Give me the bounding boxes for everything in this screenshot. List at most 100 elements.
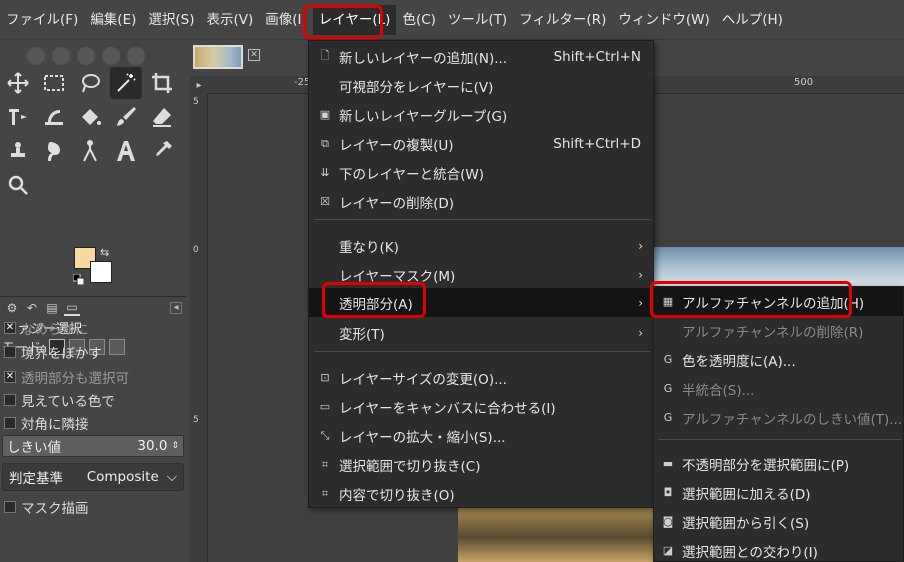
menu-colors[interactable]: 色(C) [396,5,441,35]
checker-icon: ▦ [662,295,674,308]
wilber-logo-icon [27,47,145,65]
menu-item-transform[interactable]: 変形(T) › [309,318,653,347]
menu-help[interactable]: ヘルプ(H) [716,5,789,35]
warp-tool-icon[interactable] [38,101,70,133]
ruler-corner-icon[interactable]: ▸ [190,76,208,94]
menu-item-crop-to-content[interactable]: ⌗ 内容で切り抜き(O) [309,479,653,508]
menu-item-layer-to-image-size[interactable]: ▭ レイヤーをキャンバスに合わせる(I) [309,392,653,421]
menu-item-layer-mask[interactable]: レイヤーマスク(M) › [309,260,653,289]
menu-item-transparency[interactable]: 透明部分(A) › [309,288,653,317]
menu-filters[interactable]: フィルター(R) [513,5,612,35]
dock-menu-icon[interactable]: ◂ [170,301,182,314]
bucket-fill-tool-icon[interactable] [74,101,106,133]
fuzzy-select-tool-icon[interactable] [110,67,142,99]
swap-colors-icon[interactable]: ⇆ [100,246,109,259]
layer-group-icon: ▣ [319,108,331,121]
rect-select-tool-icon[interactable] [38,67,70,99]
menu-item-new-from-visible[interactable]: 可視部分をレイヤーに(V) [309,71,653,100]
menu-image[interactable]: 画像(I) [259,5,313,35]
chevron-right-icon: › [638,238,643,253]
antialias-checkbox[interactable]: ✕ [4,322,16,334]
undo-history-tab-icon[interactable]: ↶ [24,300,40,316]
paintbrush-tool-icon[interactable] [110,101,142,133]
feather-option[interactable]: 境界をぼかす [4,342,102,362]
menu-item-shortcut: Shift+Ctrl+N [553,48,641,65]
sample-merged-label: 見えている色で [21,394,115,410]
menu-item-new-layer[interactable]: 🗋 新しいレイヤーの追加(N)... Shift+Ctrl+N [309,42,653,71]
crop-icon: ⌗ [321,486,329,500]
menu-item-merge-down[interactable]: ⇊ 下のレイヤーと統合(W) [309,158,653,187]
draw-mask-label: マスク描画 [21,501,89,517]
clone-tool-icon[interactable] [2,135,34,167]
chevron-right-icon: › [638,325,643,340]
menu-item-delete-layer[interactable]: ☒ レイヤーの削除(D) [309,187,653,216]
diagonal-neighbors-option[interactable]: 対角に隣接 [4,413,89,433]
sample-merged-checkbox[interactable] [4,394,16,406]
menu-item-new-layer-group[interactable]: ▣ 新しいレイヤーグループ(G) [309,100,653,129]
diagonal-neighbors-checkbox[interactable] [4,417,16,429]
smudge-tool-icon[interactable] [38,135,70,167]
menu-file[interactable]: ファイル(F) [0,5,84,35]
threshold-spinner[interactable]: しきい値 30.0 ⇕ [2,435,184,457]
menu-item-color-to-alpha[interactable]: G 色を透明度に(A)... [654,345,903,374]
menu-item-label: 新しいレイヤーグループ(G) [339,108,508,125]
menu-item-stack[interactable]: 重なり(K) › [309,231,653,260]
threshold-value[interactable]: 30.0 [137,438,167,454]
menu-item-subtract-from-selection[interactable]: ◙ 選択範囲から引く(S) [654,507,903,536]
menu-item-label: レイヤーサイズの変更(O)... [339,371,507,388]
vertical-ruler[interactable]: 5 0 5 [190,94,208,562]
eraser-tool-icon[interactable] [146,101,178,133]
new-layer-icon: 🗋 [320,49,330,62]
alpha-select-icon: ▬ [662,457,674,470]
chevron-right-icon: › [638,267,643,282]
device-status-tab-icon[interactable]: ▭ [64,300,80,316]
draw-mask-option[interactable]: マスク描画 [4,497,89,517]
menu-item-add-alpha[interactable]: ▦ アルファチャンネルの追加(H) [654,287,903,316]
unified-transform-tool-icon[interactable] [2,101,34,133]
menu-item-label: 半統合(S)... [682,382,755,399]
antialias-option[interactable]: ✕ なめらかに [4,318,89,338]
path-tool-icon[interactable] [74,135,106,167]
images-tab-icon[interactable]: ▤ [44,300,60,316]
ruler-label: 500 [794,77,814,88]
spinner-arrows-icon[interactable]: ⇕ [171,441,179,451]
menu-separator [314,351,650,352]
menu-item-duplicate-layer[interactable]: ⧉ レイヤーの複製(U) Shift+Ctrl+D [309,129,653,158]
menu-item-label: レイヤーの拡大・縮小(S)... [339,429,506,446]
criterion-select[interactable]: 判定基準 Composite ⌵ [2,463,184,491]
draw-mask-checkbox[interactable] [4,501,16,513]
lasso-tool-icon[interactable] [74,67,106,99]
mode-intersect-icon[interactable] [109,338,126,355]
feather-label: 境界をぼかす [21,346,102,362]
image-thumbnail[interactable] [193,45,243,69]
select-transparent-checkbox[interactable]: ✕ [4,371,16,383]
crop-tool-icon[interactable] [146,67,178,99]
menu-item-alpha-to-selection[interactable]: ▬ 不透明部分を選択範囲に(P) [654,449,903,478]
menu-item-label: レイヤーをキャンバスに合わせる(I) [339,400,556,417]
move-tool-icon[interactable] [2,67,34,99]
menu-layer[interactable]: レイヤー(L) [312,4,397,35]
menu-item-crop-to-selection[interactable]: ⌗ 選択範囲で切り抜き(C) [309,450,653,479]
menu-tools[interactable]: ツール(T) [442,5,513,35]
default-colors-icon[interactable] [73,274,84,285]
delete-icon: ☒ [320,195,330,208]
sample-merged-option[interactable]: 見えている色で [4,390,115,410]
color-picker-tool-icon[interactable] [146,135,178,167]
text-tool-icon[interactable] [110,135,142,167]
close-icon[interactable]: ✕ [248,49,260,61]
menu-edit[interactable]: 編集(E) [84,5,142,35]
feather-checkbox[interactable] [4,346,16,358]
menu-item-intersect-with-selection[interactable]: ◪ 選択範囲との交わり(I) [654,536,903,562]
select-transparent-label: 透明部分も選択可 [21,371,129,387]
background-color-swatch[interactable] [90,261,112,283]
menu-select[interactable]: 選択(S) [142,5,200,35]
select-transparent-option[interactable]: ✕ 透明部分も選択可 [4,367,129,387]
menu-item-layer-boundary-size[interactable]: ⊡ レイヤーサイズの変更(O)... [309,363,653,392]
menu-item-add-to-selection[interactable]: ◘ 選択範囲に加える(D) [654,478,903,507]
tool-options-tab-icon[interactable]: ⚙ [4,300,20,316]
zoom-tool-icon[interactable] [2,169,34,201]
image-tab[interactable]: ✕ [190,41,270,73]
menu-item-scale-layer[interactable]: ⤡ レイヤーの拡大・縮小(S)... [309,421,653,450]
menu-windows[interactable]: ウィンドウ(W) [612,5,715,35]
menu-view[interactable]: 表示(V) [201,5,260,35]
